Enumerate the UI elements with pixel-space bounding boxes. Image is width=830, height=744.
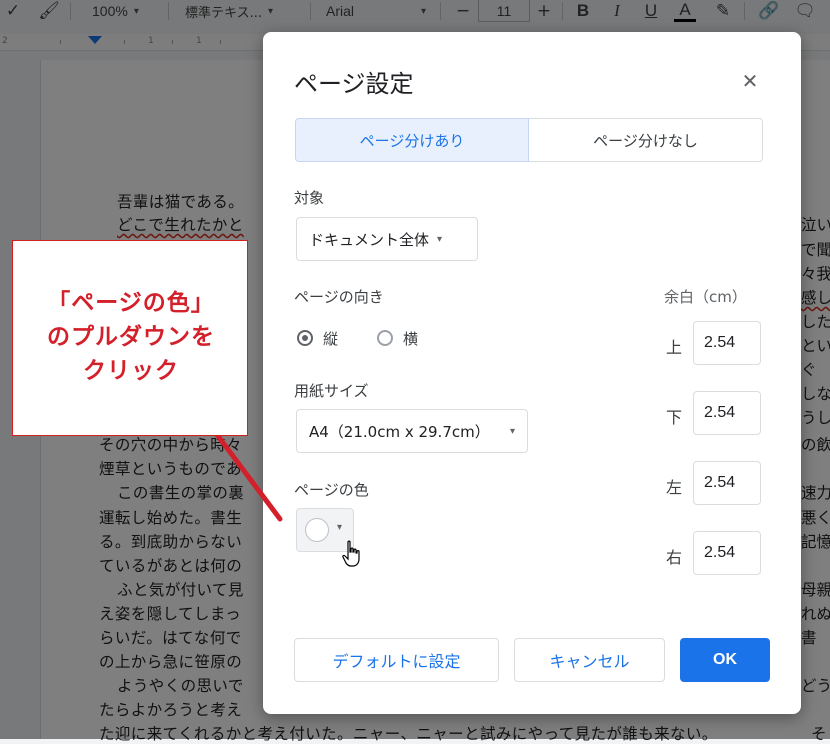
set-default-button[interactable]: デフォルトに設定 <box>294 638 499 682</box>
annotation-line: 「ページの色」 <box>47 290 215 316</box>
orientation-label: ページの向き <box>294 288 384 306</box>
margin-top-input[interactable]: 2.54 <box>693 321 761 365</box>
margin-left-label: 左 <box>666 478 683 497</box>
close-icon[interactable]: ✕ <box>737 68 763 94</box>
tab-pageless[interactable]: ページ分けなし <box>529 118 763 162</box>
radio-landscape[interactable] <box>377 330 393 346</box>
margin-left-input[interactable]: 2.54 <box>693 461 761 505</box>
margin-top-label: 上 <box>666 338 683 357</box>
paper-size-label: 用紙サイズ <box>294 382 369 400</box>
margin-right-input[interactable]: 2.54 <box>693 531 761 575</box>
page-setup-dialog: ページ設定 ✕ ページ分けあり ページ分けなし 対象 ドキュメント全体 ▾ ペー… <box>263 32 801 714</box>
radio-portrait-label: 縦 <box>323 330 339 348</box>
tab-pages[interactable]: ページ分けあり <box>295 118 529 162</box>
color-swatch <box>305 518 329 542</box>
paper-size-select[interactable]: A4（21.0cm x 29.7cm） ▾ <box>296 409 528 453</box>
chevron-down-icon: ▾ <box>509 425 515 437</box>
hand-pointer-icon <box>342 540 360 567</box>
chevron-down-icon: ▾ <box>437 233 443 245</box>
chevron-down-icon: ▾ <box>337 522 343 533</box>
radio-landscape-label: 横 <box>403 330 419 348</box>
margin-right-label: 右 <box>666 548 683 567</box>
annotation-callout: 「ページの色」 のプルダウンを クリック <box>12 240 248 436</box>
cancel-button[interactable]: キャンセル <box>514 638 665 682</box>
paper-size-value: A4（21.0cm x 29.7cm） <box>309 422 490 441</box>
margin-bottom-label: 下 <box>666 408 683 427</box>
annotation-line: のプルダウンを <box>47 324 215 350</box>
page-color-label: ページの色 <box>294 481 369 499</box>
target-value: ドキュメント全体 <box>309 230 430 249</box>
target-select[interactable]: ドキュメント全体 ▾ <box>296 217 478 261</box>
margins-label: 余白（cm） <box>664 288 747 306</box>
ok-button[interactable]: OK <box>680 638 770 682</box>
radio-portrait[interactable] <box>297 330 313 346</box>
dialog-title: ページ設定 <box>294 70 414 98</box>
margin-bottom-input[interactable]: 2.54 <box>693 391 761 435</box>
target-label: 対象 <box>294 189 325 207</box>
annotation-line: クリック <box>83 358 179 384</box>
